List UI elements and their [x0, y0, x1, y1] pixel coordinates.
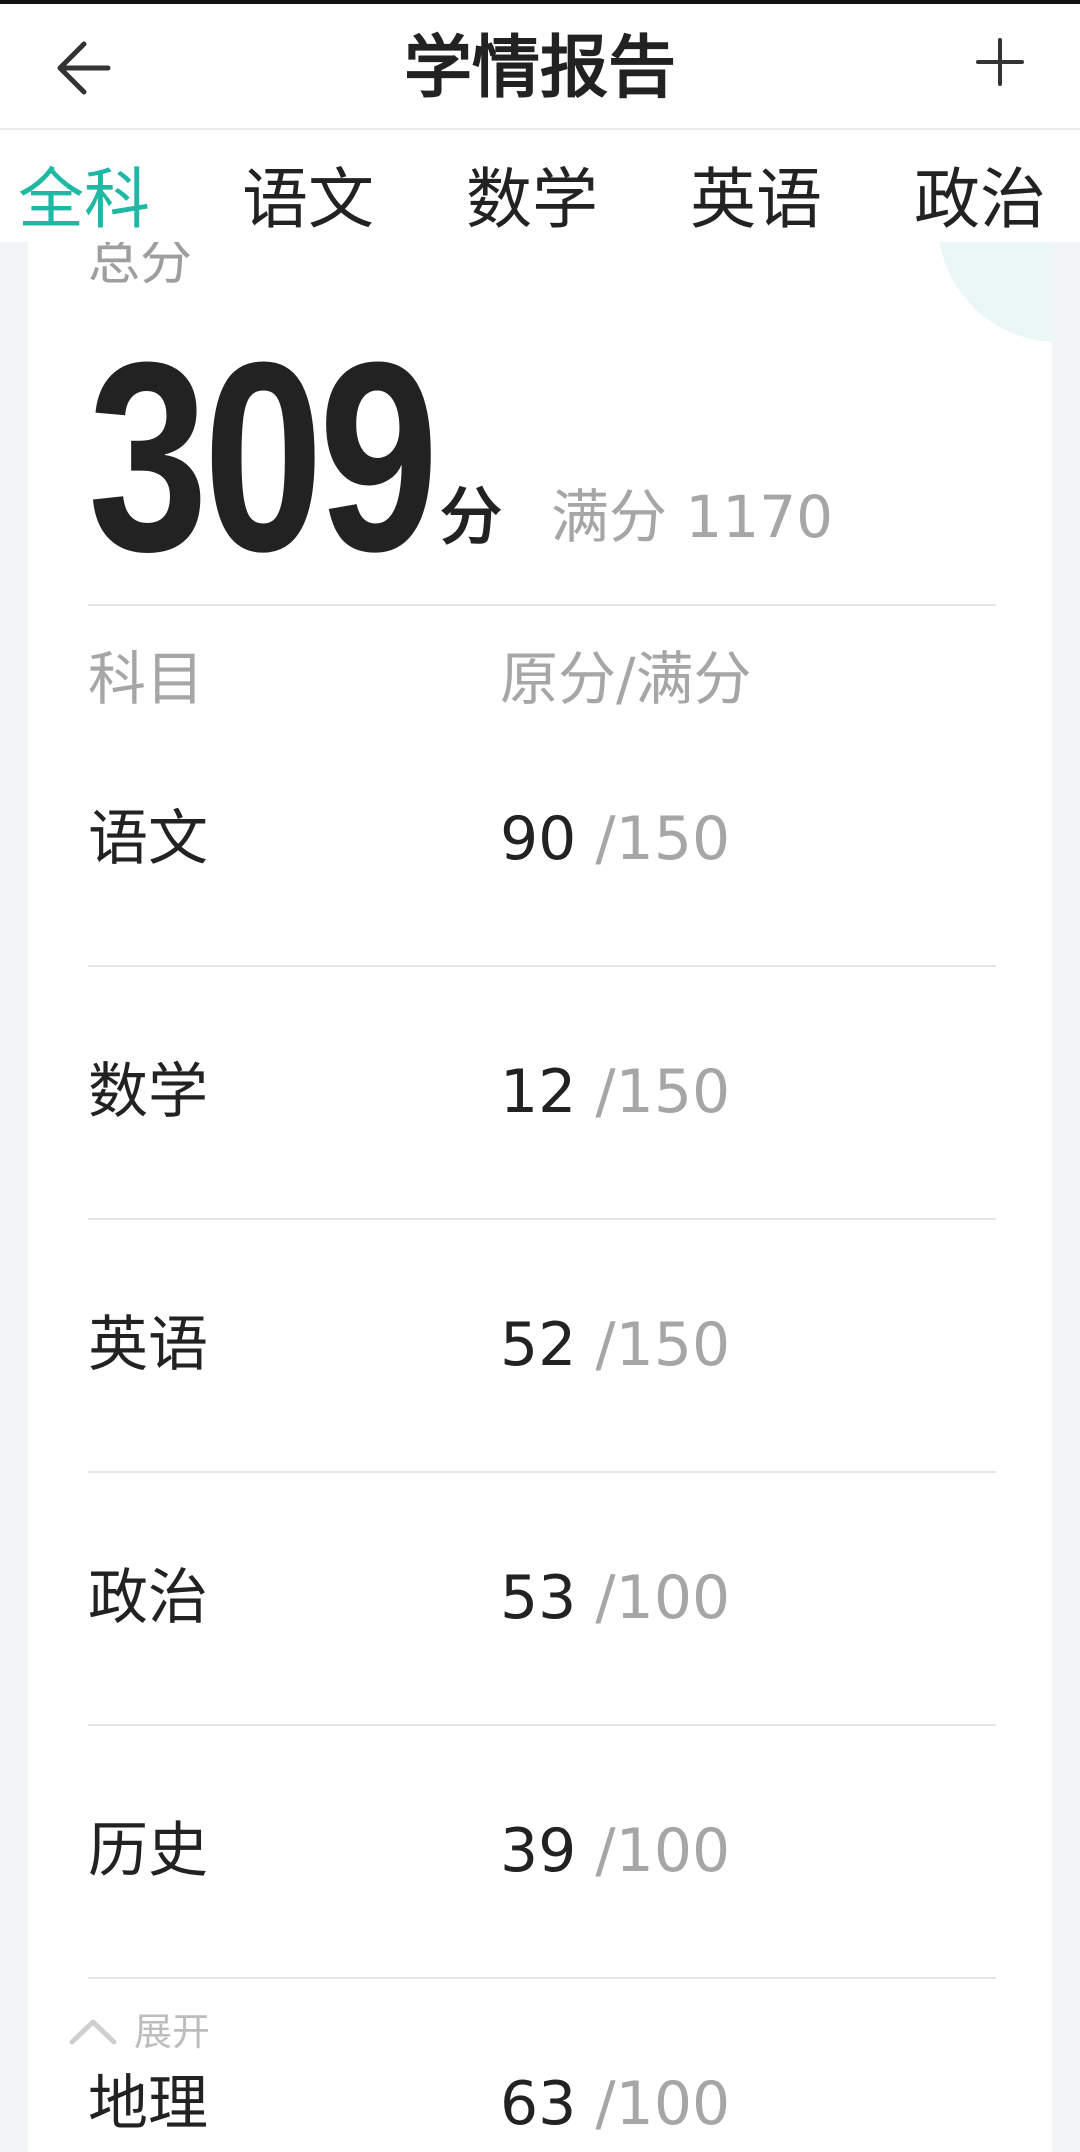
row-raw-score: 53 [500, 1563, 577, 1633]
row-subject: 地理 [88, 2069, 208, 2139]
row-raw-score: 63 [500, 2069, 577, 2139]
total-score-unit: 分 [440, 480, 503, 553]
row-score: 53 /100 [500, 1563, 730, 1633]
row-full-score: /100 [576, 2069, 731, 2139]
row-raw-score: 90 [500, 804, 577, 874]
expand-button[interactable]: 展开 [66, 2004, 210, 2058]
row-score: 63 /100 [500, 2069, 730, 2139]
subject-tabs: 全科 语文 数学 英语 政治 [0, 130, 1080, 242]
row-score: 12 /150 [500, 1057, 730, 1127]
score-report-card: 总分 309 分 满分 1170 科目 原分/满分 语文 90 /150 数学 … [28, 232, 1052, 2152]
table-row: 政治 53 /100 [88, 1473, 996, 1726]
row-raw-score: 12 [500, 1057, 577, 1127]
tab-all-subjects[interactable]: 全科 [18, 160, 150, 240]
full-score-label: 满分 1170 [551, 483, 834, 551]
row-subject: 英语 [88, 1310, 208, 1380]
tab-politics[interactable]: 政治 [914, 160, 1046, 240]
total-score-value: 309 [88, 307, 439, 608]
row-score: 52 /150 [500, 1310, 730, 1380]
table-row: 地理 63 /100 [88, 1979, 996, 2152]
expand-label: 展开 [134, 2010, 211, 2054]
row-subject: 数学 [88, 1057, 208, 1127]
summary-divider [88, 604, 996, 606]
table-row: 语文 90 /150 [88, 714, 996, 967]
row-subject: 历史 [88, 1816, 208, 1886]
tab-english[interactable]: 英语 [690, 160, 822, 240]
row-score: 90 /150 [500, 804, 730, 874]
table-row: 数学 12 /150 [88, 967, 996, 1220]
row-full-score: /100 [576, 1563, 731, 1633]
tab-math[interactable]: 数学 [466, 160, 598, 240]
page-title: 学情报告 [403, 29, 676, 108]
table-row: 历史 39 /100 [88, 1726, 996, 1979]
row-full-score: /150 [576, 1057, 731, 1127]
decorative-circle [938, 232, 1052, 342]
header-bar: 学情报告 [0, 4, 1080, 130]
column-header-score: 原分/满分 [500, 645, 752, 713]
tab-chinese[interactable]: 语文 [242, 160, 374, 240]
row-raw-score: 39 [500, 1816, 577, 1886]
plus-icon[interactable] [972, 34, 1028, 90]
chevron-up-icon [69, 2019, 117, 2045]
column-header-subject: 科目 [88, 645, 205, 713]
row-subject: 政治 [88, 1563, 208, 1633]
table-row: 英语 52 /150 [88, 1220, 996, 1473]
row-full-score: /100 [576, 1816, 731, 1886]
row-full-score: /150 [576, 804, 731, 874]
row-subject: 语文 [88, 804, 208, 874]
row-score: 39 /100 [500, 1816, 730, 1886]
row-raw-score: 52 [500, 1310, 577, 1380]
row-full-score: /150 [576, 1310, 731, 1380]
